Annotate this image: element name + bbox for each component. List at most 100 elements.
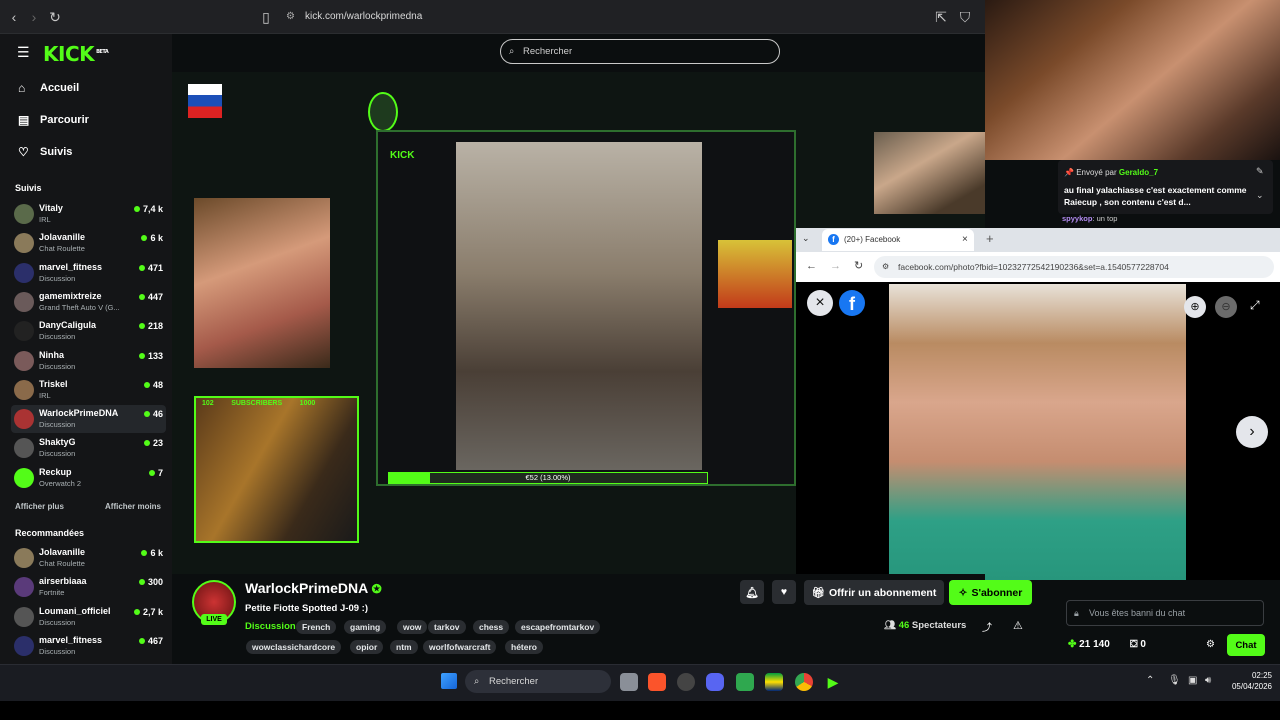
bookmark-icon[interactable]: ▯ (258, 9, 274, 25)
nav-browse[interactable]: ▤ Parcourir (18, 110, 168, 130)
zoom-out-icon[interactable]: ⊖ (1215, 296, 1237, 318)
stream-tag[interactable]: ntm (390, 640, 418, 654)
channel-name: DanyCaligula (39, 320, 97, 331)
fb-forward-icon[interactable]: → (830, 260, 841, 272)
sidebar-channel[interactable]: ShaktyG Discussion 23 (11, 434, 166, 462)
sidebar-channel[interactable]: Reckup Overwatch 2 7 (11, 464, 166, 492)
back-icon[interactable]: ‹ (6, 9, 22, 25)
reload-icon[interactable]: ↻ (47, 9, 63, 25)
windows-start-icon[interactable] (441, 673, 457, 689)
app-flag-icon[interactable] (765, 673, 783, 691)
channel-category: Discussion (39, 332, 76, 342)
share-stream-icon[interactable]: ⤴ (982, 619, 992, 634)
fb-close-viewer-icon[interactable]: × (807, 290, 833, 316)
new-tab-icon[interactable]: + (986, 231, 994, 246)
clock[interactable]: 02:25 05/04/2026 (1224, 670, 1272, 692)
facebook-photo[interactable] (889, 284, 1186, 580)
channel-viewers-value: 6 k (150, 233, 163, 244)
gift-subscription-button[interactable]: 🎁︎ Offrir un abonnement (804, 580, 944, 605)
sidebar-channel[interactable]: Loumani_officiel Discussion 2,7 k (11, 603, 166, 631)
sheets-icon[interactable] (736, 673, 754, 691)
stream-tag[interactable]: wow (397, 620, 428, 634)
zoom-in-icon[interactable]: ⊕ (1184, 296, 1206, 318)
channel-viewers: 6 k (141, 548, 163, 558)
fb-url-field[interactable]: ⚙ facebook.com/photo?fbid=10232772542190… (874, 256, 1274, 278)
stream-tag[interactable]: chess (473, 620, 510, 634)
facebook-logo-icon[interactable]: f (839, 290, 865, 316)
fb-back-icon[interactable]: ← (806, 260, 817, 272)
chrome-icon[interactable] (795, 673, 813, 691)
kick-logo[interactable]: KICK BETA (43, 42, 109, 66)
lock-icon: 🔒︎ (1074, 608, 1079, 618)
fb-reload-icon[interactable]: ↻ (854, 259, 863, 272)
forward-icon[interactable]: › (26, 9, 42, 25)
stream-tag[interactable]: worlfofwarcraft (423, 640, 497, 654)
stream-tag[interactable]: opior (350, 640, 384, 654)
channel-viewers: 133 (138, 351, 163, 361)
close-tab-icon[interactable]: × (962, 229, 968, 251)
nav-following[interactable]: ♡ Suivis (18, 142, 168, 162)
brave-browser-icon[interactable] (648, 673, 666, 691)
search-input[interactable]: ⌕ Rechercher (500, 39, 780, 64)
chevron-down-icon[interactable]: ⌄ (1256, 190, 1264, 201)
sidebar-channel[interactable]: Triskel IRL 48 (11, 376, 166, 404)
channel-name: Jolavanille (39, 232, 86, 243)
gift-counter[interactable]: ⛋ 0 (1130, 639, 1146, 650)
chat-input[interactable]: 🔒︎ Vous êtes banni du chat (1066, 600, 1264, 626)
tab-facebook[interactable]: f (20+) Facebook × (822, 229, 974, 251)
sidebar-channel[interactable]: gamemixtreize Grand Theft Auto V (G... 447 (11, 288, 166, 316)
stream-category[interactable]: Discussion (245, 621, 296, 632)
nav-home[interactable]: ⌂ Accueil (18, 78, 168, 98)
follow-heart-icon[interactable]: ♥ (772, 580, 796, 604)
stream-tag[interactable]: gaming (344, 620, 387, 634)
clock-date: 05/04/2026 (1231, 682, 1272, 691)
address-bar[interactable]: ⚙ kick.com/warlockprimedna (278, 6, 978, 28)
share-icon[interactable]: ⇱ (933, 9, 949, 25)
sidebar-channel[interactable]: Ninha Discussion 133 (11, 347, 166, 375)
kick-app-icon[interactable]: ▶ (824, 673, 842, 691)
subscribe-button[interactable]: ✧ S'abonner (949, 580, 1032, 605)
network-icon[interactable]: ▣ (1188, 675, 1197, 686)
tab-list-icon[interactable]: ⌄ (802, 233, 810, 244)
sidebar-channel[interactable]: Vitaly IRL 7,4 k (11, 200, 166, 228)
channel-points[interactable]: ✤ 21 140 (1068, 639, 1110, 650)
taskbar-search[interactable]: ⌕ Rechercher (465, 670, 611, 693)
sidebar-channel[interactable]: WarlockPrimeDNA Discussion 46 (11, 405, 166, 434)
sidebar-channel[interactable]: marvel_fitness Discussion 471 (11, 259, 166, 287)
show-more-link[interactable]: Afficher plus (15, 502, 64, 511)
sidebar-channel[interactable]: DanyCaligula Discussion 218 (11, 317, 166, 345)
channel-category: Overwatch 2 (39, 478, 82, 488)
sidebar-channel[interactable]: Jolavanille Chat Roulette 6 k (11, 229, 166, 257)
streamer-name[interactable]: WarlockPrimeDNA ✪ (245, 580, 382, 596)
sidebar-channel[interactable]: marvel_fitness Discussion 467 (11, 632, 166, 660)
next-photo-icon[interactable]: › (1236, 416, 1268, 448)
fullscreen-icon[interactable]: ⤢ (1250, 298, 1260, 313)
show-less-link[interactable]: Afficher moins (105, 502, 161, 511)
nav-browse-label: Parcourir (40, 114, 89, 126)
chat-send-button[interactable]: Chat (1227, 634, 1265, 656)
donation-progress-fill (389, 473, 431, 483)
channel-name: ShaktyG (39, 437, 76, 448)
stream-tag[interactable]: hétero (505, 640, 543, 654)
microphone-icon[interactable]: 🎙︎ (1168, 675, 1181, 686)
report-icon[interactable]: ⚠ (1013, 619, 1023, 632)
sidebar-channel[interactable]: airserbiaaa Fortnite 300 (11, 573, 166, 601)
shield-icon[interactable]: ⛉ (957, 9, 973, 25)
stream-tag[interactable]: tarkov (428, 620, 466, 634)
task-view-icon[interactable] (620, 673, 638, 691)
overlay-webcam (985, 0, 1280, 160)
chat-settings-icon[interactable]: ⚙ (1206, 639, 1215, 650)
unpin-icon[interactable]: ✎ (1256, 166, 1264, 177)
tray-chevron-icon[interactable]: ⌃ (1146, 675, 1154, 686)
channel-viewers-value: 218 (147, 321, 163, 332)
sidebar-channel[interactable]: Jolavanille Chat Roulette 6 k (11, 544, 166, 572)
live-badge: LIVE (201, 614, 227, 625)
stream-tag[interactable]: escapefromtarkov (515, 620, 601, 634)
bell-icon[interactable]: 🔔︎ (740, 580, 764, 604)
stream-tag[interactable]: French (296, 620, 337, 634)
menu-icon[interactable]: ☰ (17, 44, 30, 61)
obs-icon[interactable] (677, 673, 695, 691)
stream-tag[interactable]: wowclassichardcore (246, 640, 342, 654)
discord-icon[interactable] (706, 673, 724, 691)
volume-icon[interactable]: 🔊︎ (1205, 675, 1211, 686)
